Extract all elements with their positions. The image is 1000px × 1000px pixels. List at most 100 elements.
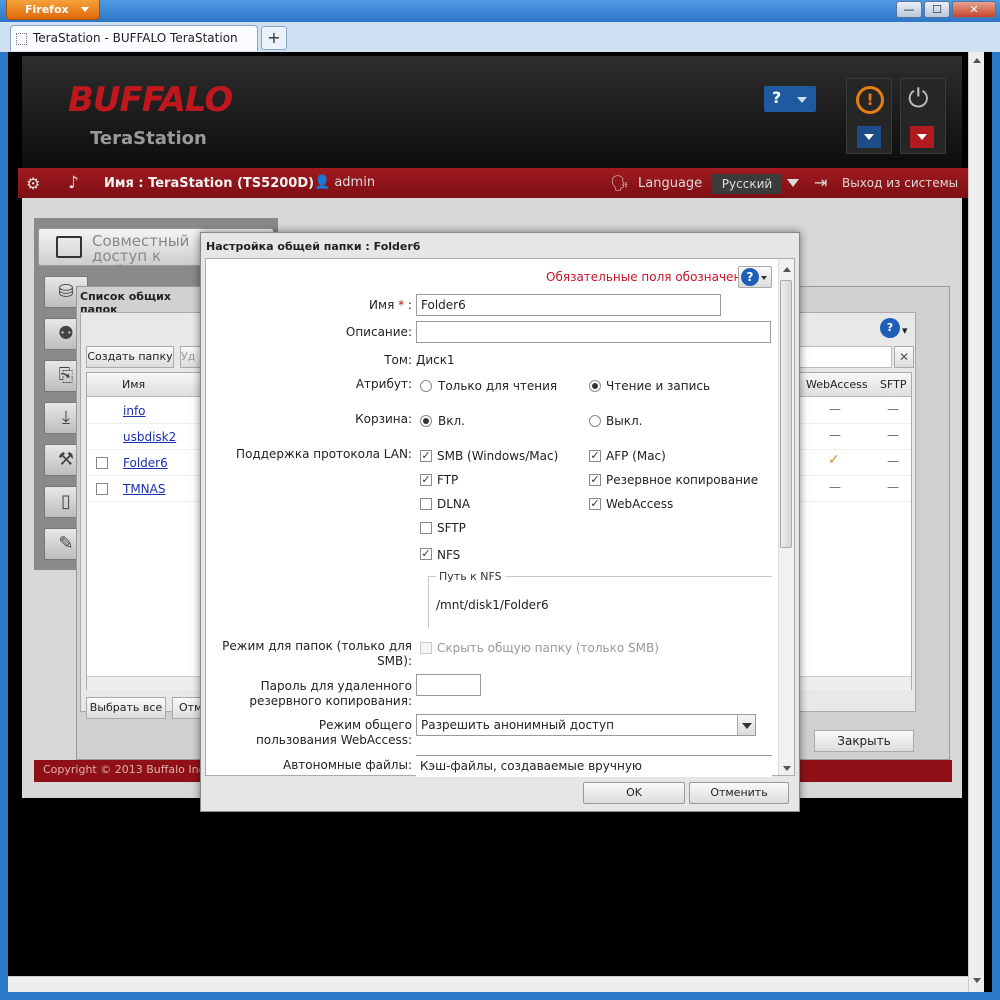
recycle-bin-label: Корзина: [355, 412, 412, 426]
remote-backup-password-input[interactable] [416, 674, 481, 696]
language-icon: 🗣 [610, 174, 630, 192]
folder-link[interactable]: info [123, 404, 146, 418]
warning-dropdown[interactable] [857, 126, 881, 148]
select-all-button[interactable]: Выбрать все [86, 697, 166, 719]
offline-files-select[interactable]: Кэш-файлы, создаваемые вручную [416, 755, 772, 777]
user-icon: 👤 [314, 175, 331, 190]
chevron-down-icon[interactable] [737, 715, 755, 735]
left-panel-title: Совместный доступ к файлу [92, 234, 190, 266]
afp-checkbox[interactable]: ✓ [589, 450, 601, 462]
chevron-down-icon [917, 134, 927, 140]
attr-readwrite-radio[interactable] [589, 380, 601, 392]
folder-link[interactable]: TMNAS [123, 482, 166, 496]
hide-share-label: Скрыть общую папку (только SMB) [437, 641, 659, 655]
nfs-path-legend: Путь к NFS [436, 570, 505, 583]
power-icon[interactable]: ⏻ [908, 84, 929, 115]
close-button[interactable]: Закрыть [814, 730, 914, 752]
lan-protocol-label: Поддержка протокола LAN: [236, 447, 412, 461]
language-label: Language [638, 176, 703, 191]
bg-help-button[interactable]: ? ▾ [880, 318, 912, 340]
buffalo-logo: BUFFALO [68, 80, 233, 120]
sftp-checkbox[interactable] [420, 522, 432, 534]
copyright-text: Copyright © 2013 Buffalo Inc. [43, 763, 209, 776]
nfs-checkbox[interactable]: ✓ [420, 548, 432, 560]
volume-value: Диск1 [416, 353, 455, 367]
folder-link[interactable]: Folder6 [123, 456, 168, 470]
recycle-off-radio[interactable] [589, 415, 601, 427]
backup-label: Резервное копирование [606, 473, 759, 487]
page-icon [16, 33, 27, 45]
chevron-down-icon [81, 7, 89, 12]
clear-search-button[interactable]: ✕ [894, 346, 914, 368]
webaccess-checkbox[interactable]: ✓ [589, 498, 601, 510]
smb-checkbox[interactable]: ✓ [420, 450, 432, 462]
column-sftp[interactable]: SFTP [880, 378, 906, 391]
dialog-help-button[interactable]: ? [738, 266, 772, 288]
description-input[interactable] [416, 321, 771, 343]
chevron-down-icon[interactable] [787, 179, 799, 187]
scroll-up-icon[interactable] [973, 58, 981, 63]
cancel-button[interactable]: Отменить [689, 782, 789, 804]
ftp-checkbox[interactable]: ✓ [420, 474, 432, 486]
tab-title: TeraStation - BUFFALO TeraStation [33, 31, 238, 45]
chevron-down-icon [864, 134, 874, 140]
recycle-on-label: Вкл. [438, 414, 465, 428]
scroll-down-icon[interactable] [973, 978, 981, 983]
sftp-value: — [887, 402, 899, 416]
hide-share-checkbox[interactable] [420, 642, 432, 654]
recycle-on-radio[interactable] [420, 415, 432, 427]
ok-button[interactable]: OK [583, 782, 685, 804]
chevron-down-icon [761, 276, 767, 280]
folder-link[interactable]: usbdisk2 [123, 430, 176, 444]
webaccess-value: — [829, 428, 841, 442]
help-icon: ? [880, 318, 900, 338]
dialog-title: Настройка общей папки : Folder6 [206, 240, 421, 253]
settings-gear-icon[interactable]: ⚙ [26, 174, 40, 193]
attribute-label: Атрибут: [355, 377, 412, 391]
maximize-button[interactable]: ☐ [924, 1, 950, 18]
smb-label: SMB (Windows/Mac) [437, 449, 559, 463]
required-fields-note: Обязательные поля обозначены [546, 270, 751, 284]
logout-icon[interactable]: ⇥ [814, 173, 827, 192]
sftp-value: — [887, 428, 899, 442]
backup-checkbox[interactable]: ✓ [589, 474, 601, 486]
terastation-logo: TeraStation [90, 128, 207, 149]
power-dropdown[interactable] [910, 126, 934, 148]
chevron-down-icon: ▾ [902, 324, 908, 337]
horizontal-scrollbar[interactable] [8, 976, 968, 992]
firefox-menu-button[interactable]: Firefox [6, 0, 100, 20]
device-name: Имя : TeraStation (TS5200D) [104, 176, 315, 191]
warning-icon[interactable]: ! [856, 86, 884, 114]
name-input[interactable]: Folder6 [416, 294, 721, 316]
name-label-colon: : [407, 298, 412, 312]
help-button[interactable]: ? [764, 86, 816, 112]
column-webaccess[interactable]: WebAccess [806, 378, 868, 391]
new-tab-button[interactable]: + [261, 26, 287, 50]
webaccess-value: — [829, 402, 841, 416]
scroll-up-icon[interactable] [783, 267, 791, 272]
close-window-button[interactable]: ✕ [952, 1, 996, 18]
webaccess-mode-select[interactable]: Разрешить анонимный доступ [416, 714, 756, 736]
search-input[interactable] [796, 346, 892, 368]
page-scrollbar[interactable] [968, 52, 984, 992]
sftp-value: — [887, 480, 899, 494]
create-folder-button[interactable]: Создать папку [86, 346, 174, 368]
dlna-checkbox[interactable] [420, 498, 432, 510]
row-checkbox[interactable] [96, 457, 108, 469]
music-icon[interactable]: ♪ [68, 173, 79, 193]
window-titlebar [0, 0, 1000, 22]
deselect-all-button[interactable]: Отм [172, 697, 202, 719]
ftp-label: FTP [437, 473, 459, 487]
scroll-down-icon[interactable] [783, 766, 791, 771]
required-mark: * [398, 298, 405, 312]
column-name[interactable]: Имя [122, 378, 145, 391]
row-checkbox[interactable] [96, 483, 108, 495]
attr-readonly-radio[interactable] [420, 380, 432, 392]
language-select[interactable]: Русский [712, 174, 782, 194]
nfs-path-value: /mnt/disk1/Folder6 [436, 598, 549, 612]
minimize-button[interactable]: — [896, 1, 922, 18]
logout-link[interactable]: Выход из системы [842, 176, 958, 190]
offline-files-label: Автономные файлы: [283, 758, 412, 772]
scrollbar-thumb[interactable] [780, 280, 792, 548]
browser-tab[interactable]: TeraStation - BUFFALO TeraStation [10, 25, 258, 51]
